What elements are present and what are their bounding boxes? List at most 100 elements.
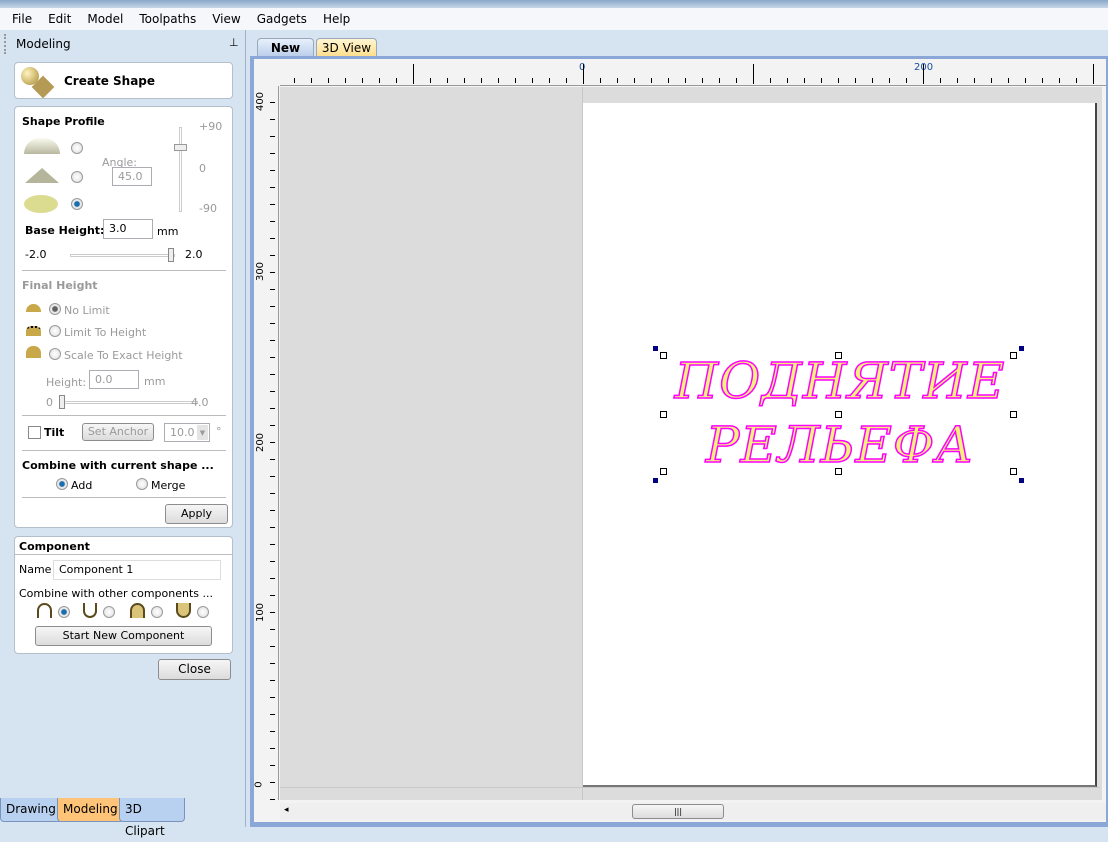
tab-drawing[interactable]: Drawing — [0, 798, 62, 822]
pointed-profile-radio[interactable] — [71, 171, 83, 183]
ruler-tick — [532, 78, 533, 83]
tilt-checkbox[interactable] — [28, 426, 41, 439]
scale-height-radio[interactable] — [49, 348, 61, 360]
ruler-tick — [889, 78, 890, 83]
pin-icon[interactable]: ⊥ — [229, 36, 239, 49]
ruler-tick — [787, 78, 788, 83]
ruler-tick — [957, 78, 958, 83]
add-label: Add — [71, 479, 93, 492]
menu-file[interactable]: File — [4, 12, 40, 26]
resize-handle[interactable] — [835, 411, 842, 418]
resize-handle[interactable] — [1010, 468, 1017, 475]
ruler-tick — [270, 391, 275, 392]
base-height-min: -2.0 — [25, 248, 47, 261]
base-height-slider-thumb[interactable] — [168, 248, 174, 262]
chevron-down-icon[interactable]: ▼ — [197, 425, 208, 440]
menu-view[interactable]: View — [204, 12, 248, 26]
tab-new[interactable]: New — [257, 38, 314, 57]
resize-handle[interactable] — [660, 468, 667, 475]
component-section: Component Name Component 1 Combine with … — [14, 536, 233, 654]
ruler-tick — [430, 78, 431, 83]
flat-profile-radio[interactable] — [71, 198, 83, 210]
ruler-label-200: 200 — [255, 432, 267, 453]
base-height-input[interactable]: 3.0 — [103, 219, 153, 239]
menu-model[interactable]: Model — [79, 12, 131, 26]
tab-modeling[interactable]: Modeling — [57, 798, 124, 822]
ruler-tick — [362, 78, 363, 83]
angle-input[interactable]: 45.0 — [112, 167, 152, 186]
set-anchor-button[interactable]: Set Anchor — [82, 423, 154, 441]
menu-edit[interactable]: Edit — [40, 12, 79, 26]
merge-radio[interactable] — [136, 478, 148, 490]
ruler-tick — [634, 78, 635, 83]
apply-button[interactable]: Apply — [165, 504, 228, 524]
resize-handle[interactable] — [660, 411, 667, 418]
height-label: Height: — [46, 376, 87, 389]
angle-slider-thumb[interactable] — [174, 144, 187, 151]
ruler-tick — [270, 255, 275, 256]
ruler-tick — [270, 187, 275, 188]
component-title: Component — [19, 540, 90, 553]
close-button[interactable]: Close — [158, 659, 231, 680]
combine-subtract-radio[interactable] — [103, 606, 115, 618]
canvas-horizontal-guide — [280, 787, 1100, 788]
resize-handle[interactable] — [835, 352, 842, 359]
ruler-label-100: 100 — [255, 602, 267, 623]
resize-handle[interactable] — [1010, 411, 1017, 418]
ruler-tick — [515, 78, 516, 83]
corner-handle[interactable] — [653, 478, 658, 483]
ruler-tick — [270, 714, 275, 715]
divider — [15, 554, 232, 555]
combine-low-radio[interactable] — [197, 606, 209, 618]
corner-handle[interactable] — [653, 346, 658, 351]
ruler-tick — [270, 238, 275, 239]
resize-handle[interactable] — [1010, 352, 1017, 359]
base-height-slider[interactable] — [70, 254, 175, 257]
scale-height-label: Scale To Exact Height — [64, 349, 183, 362]
height-slider[interactable] — [60, 401, 198, 404]
ruler-tick — [270, 680, 275, 681]
corner-handle[interactable] — [1019, 346, 1024, 351]
menu-toolpaths[interactable]: Toolpaths — [131, 12, 204, 26]
scroll-left-arrow[interactable]: ◂ — [284, 805, 289, 815]
start-new-component-button[interactable]: Start New Component — [35, 626, 212, 646]
degree-symbol: ° — [216, 425, 222, 438]
ruler-label-400: 400 — [255, 91, 267, 112]
ruler-tick — [328, 78, 329, 83]
angle-slider[interactable] — [179, 127, 182, 212]
height-slider-thumb[interactable] — [59, 395, 65, 409]
scrollbar-thumb[interactable]: ||| — [632, 804, 724, 819]
horizontal-scrollbar[interactable]: ◂ ||| — [280, 803, 1106, 820]
no-limit-radio[interactable] — [49, 303, 61, 315]
round-profile-icon — [24, 138, 60, 154]
selection-box[interactable]: ПОДНЯТИЕ РЕЛЬЕФА — [653, 346, 1025, 483]
tab-3d-view[interactable]: 3D View — [316, 38, 377, 57]
combine-merge-radio[interactable] — [151, 606, 163, 618]
ruler-tick — [804, 78, 805, 83]
no-limit-label: No Limit — [64, 304, 110, 317]
add-radio[interactable] — [56, 478, 68, 490]
ruler-tick — [498, 78, 499, 83]
resize-handle[interactable] — [835, 468, 842, 475]
height-input[interactable]: 0.0 — [89, 370, 139, 389]
tab-3d-clipart[interactable]: 3D Clipart — [119, 798, 185, 838]
round-profile-radio[interactable] — [71, 142, 83, 154]
menu-gadgets[interactable]: Gadgets — [249, 12, 315, 26]
menu-help[interactable]: Help — [315, 12, 358, 26]
combine-title: Combine with current shape ... — [22, 459, 214, 472]
limit-height-radio[interactable] — [49, 325, 61, 337]
tilt-angle-dropdown[interactable]: 10.0 ▼ — [164, 423, 210, 442]
ruler-tick — [270, 306, 275, 307]
cup-filled-icon — [176, 603, 191, 618]
ruler-tick — [270, 476, 275, 477]
combine-add-radio[interactable] — [58, 606, 70, 618]
resize-handle[interactable] — [660, 352, 667, 359]
ruler-tick — [270, 221, 275, 222]
corner-handle[interactable] — [1019, 478, 1024, 483]
component-name-input[interactable]: Component 1 — [53, 560, 221, 580]
ruler-tick — [270, 799, 275, 800]
shape-profile-section: Shape Profile Angle: 45.0 +90 0 -90 Base… — [14, 106, 233, 528]
ruler-tick — [270, 357, 275, 358]
final-height-title: Final Height — [22, 279, 98, 292]
flat-profile-icon — [24, 195, 58, 213]
